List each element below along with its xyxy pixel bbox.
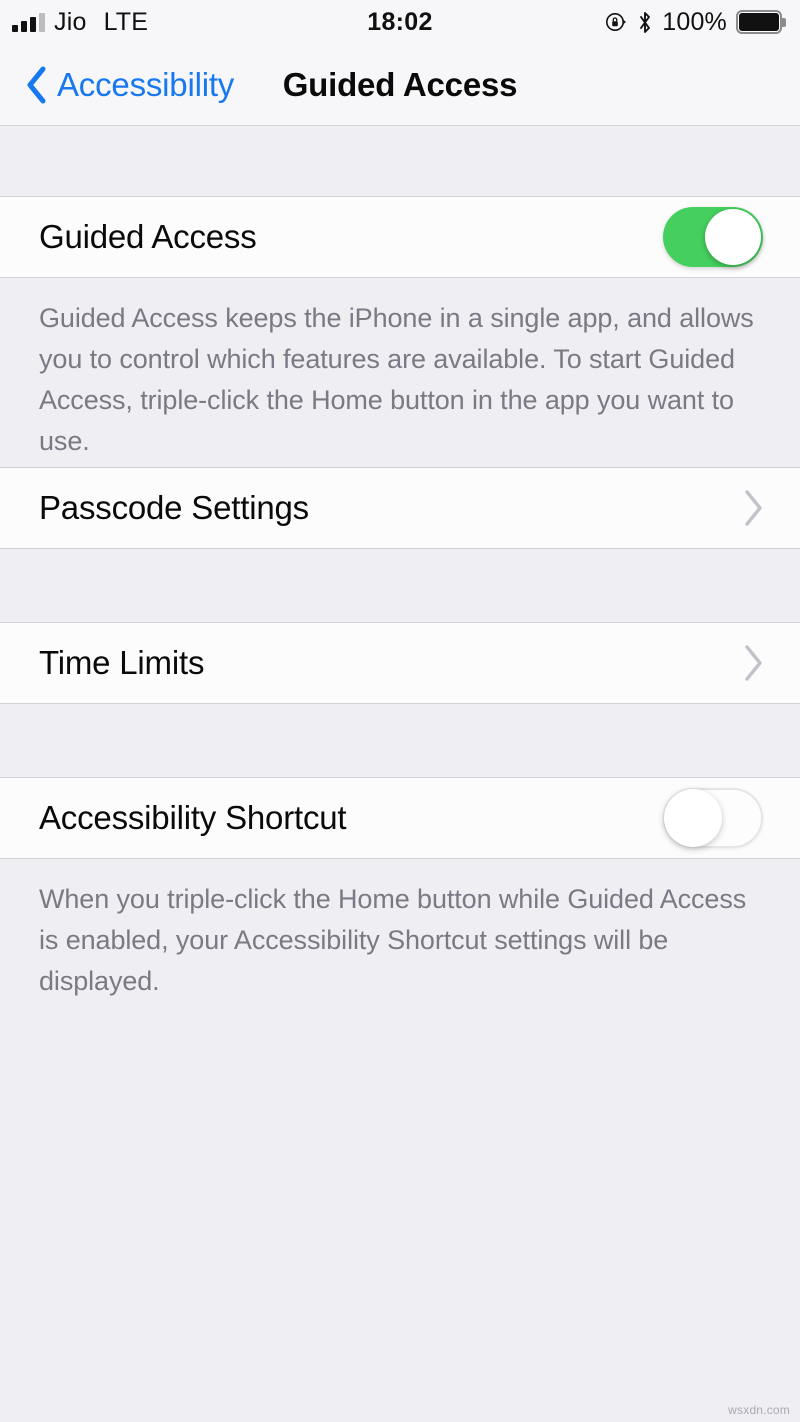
page-title: Guided Access (282, 65, 518, 103)
watermark: wsxdn.com (728, 1403, 790, 1417)
status-bar: Jio LTE 18:02 100% (0, 0, 800, 44)
battery-percent-label: 100% (662, 7, 727, 36)
footer-guided-access-text: Guided Access keeps the iPhone in a sing… (39, 303, 754, 456)
chevron-right-icon (745, 645, 762, 681)
chevron-right-icon (745, 490, 762, 526)
bluetooth-icon (640, 11, 651, 33)
row-guided-access[interactable]: Guided Access (0, 196, 800, 278)
section-gap (0, 126, 800, 196)
row-time-limits[interactable]: Time Limits (0, 622, 800, 704)
toggle-knob (664, 789, 722, 847)
section-gap (0, 549, 800, 622)
row-time-limits-label: Time Limits (39, 644, 205, 681)
row-accessibility-shortcut[interactable]: Accessibility Shortcut (0, 777, 800, 859)
section-gap (0, 704, 800, 777)
navigation-bar: Accessibility Guided Access (0, 44, 800, 126)
accessibility-shortcut-toggle[interactable] (663, 788, 763, 848)
guided-access-settings-screen: Jio LTE 18:02 100% Accessibility Guided … (0, 0, 800, 1422)
status-bar-right: 100% (604, 8, 786, 37)
row-passcode-settings[interactable]: Passcode Settings (0, 467, 800, 549)
footer-accessibility-shortcut: When you triple-click the Home button wh… (0, 859, 800, 1422)
rotation-lock-icon (606, 13, 627, 31)
footer-accessibility-shortcut-text: When you triple-click the Home button wh… (39, 884, 747, 996)
footer-guided-access: Guided Access keeps the iPhone in a sing… (0, 278, 800, 467)
battery-full-icon (736, 10, 786, 34)
toggle-knob (705, 209, 761, 265)
row-guided-access-label: Guided Access (39, 218, 257, 255)
guided-access-toggle[interactable] (663, 207, 763, 267)
row-passcode-settings-label: Passcode Settings (39, 489, 309, 526)
row-accessibility-shortcut-label: Accessibility Shortcut (39, 799, 347, 836)
